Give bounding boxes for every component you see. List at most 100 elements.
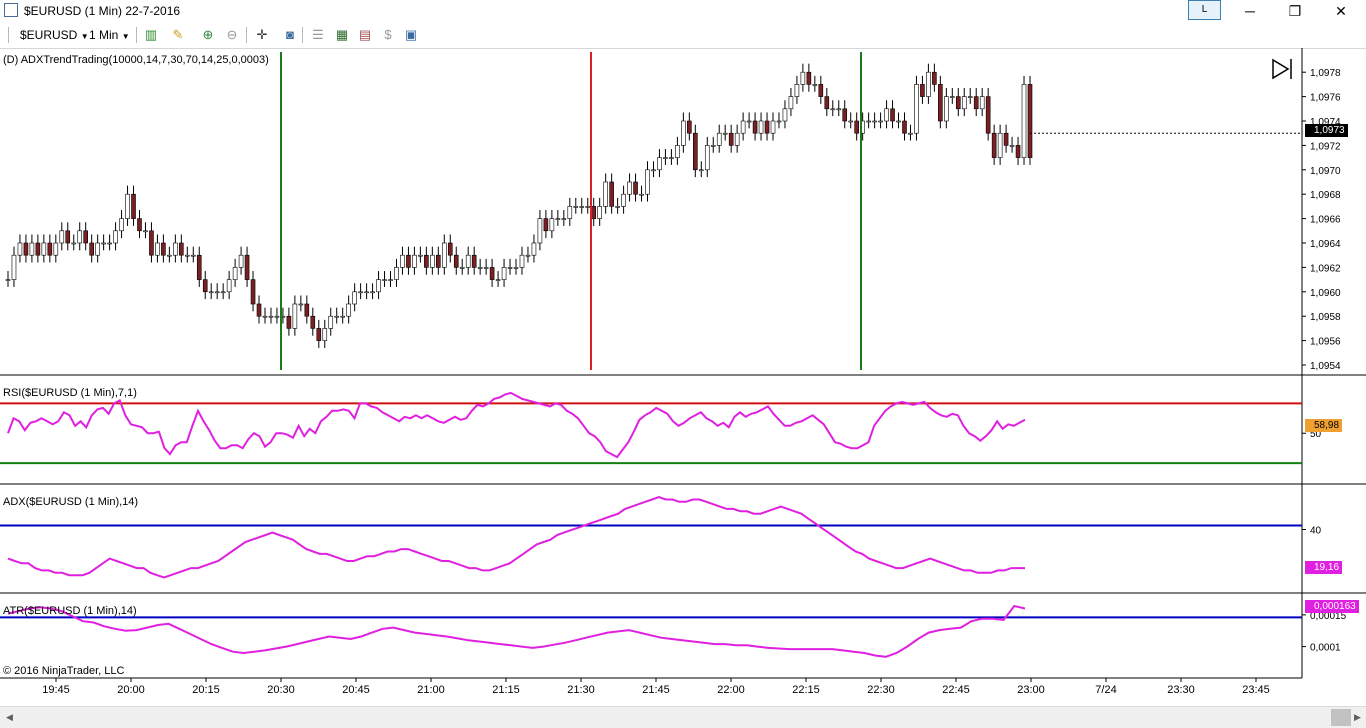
atr-tick-label: 0,0001	[1310, 643, 1341, 654]
candle-body	[424, 254, 429, 268]
candle-body	[704, 145, 710, 171]
indicators-icon[interactable]: ▦	[334, 27, 350, 43]
candle-body	[340, 315, 345, 318]
instrument-label: $EURUSD	[20, 28, 78, 42]
performance-icon[interactable]: $	[380, 27, 396, 43]
candle-body	[436, 254, 441, 268]
candle-body	[507, 267, 513, 269]
candle-body	[441, 242, 447, 268]
link-button[interactable]: L	[1188, 0, 1221, 20]
candle-body	[669, 157, 674, 159]
candle-body	[746, 120, 752, 123]
candle-body	[585, 206, 591, 208]
candle-body	[537, 218, 543, 244]
candle-body	[214, 291, 220, 294]
candle-body	[1009, 145, 1015, 147]
price-current-value: 1,0973	[1305, 124, 1348, 137]
zoom-out-icon[interactable]: ⊖	[224, 27, 240, 43]
candle-body	[5, 279, 11, 281]
time-tick-label: 22:45	[942, 684, 970, 696]
candle-body	[59, 230, 65, 244]
time-tick-label: 21:00	[417, 684, 445, 696]
indicator-line	[7, 496, 1025, 579]
candle-body	[716, 132, 722, 146]
scroll-left-icon[interactable]: ◀	[6, 712, 13, 723]
price-tick-label: 1,0958	[1310, 312, 1341, 323]
candle-body	[836, 108, 842, 111]
time-tick-label: 22:00	[717, 684, 745, 696]
candle-body	[23, 242, 29, 256]
properties-icon[interactable]: ☰	[310, 27, 326, 43]
candle-body	[770, 120, 776, 134]
candle-body	[710, 145, 716, 147]
scrollbar-thumb[interactable]	[1331, 709, 1351, 726]
candle-body	[842, 108, 848, 122]
toolbar-separator	[246, 27, 247, 43]
templates-icon[interactable]: ▣	[403, 27, 419, 43]
price-panel-label: (D) ADXTrendTrading(10000,14,7,30,70,14,…	[3, 54, 269, 66]
price-tick-label: 1,0964	[1310, 239, 1341, 250]
candle-body	[627, 181, 632, 195]
candle-body	[394, 267, 399, 280]
price-tick-label: 1,0968	[1310, 190, 1341, 201]
candle-body	[310, 315, 316, 329]
price-tick-label: 1,0956	[1310, 337, 1341, 348]
horizontal-scrollbar[interactable]: ◀ ▶	[0, 706, 1366, 728]
candle-body	[418, 254, 423, 257]
data-box-icon[interactable]: ◙	[282, 27, 298, 43]
candle-body	[220, 291, 226, 294]
minimize-button[interactable]: ─	[1227, 0, 1273, 22]
close-button[interactable]: ✕	[1318, 0, 1364, 22]
candle-body	[167, 254, 172, 257]
candle-body	[495, 279, 501, 281]
scroll-to-end-icon[interactable]	[1272, 58, 1292, 80]
candle-body	[274, 315, 280, 318]
crosshair-icon[interactable]: ✛	[254, 27, 270, 43]
candle-body	[483, 267, 489, 269]
instrument-selector[interactable]: $EURUSD ▼	[20, 28, 89, 42]
candle-body	[406, 254, 411, 268]
candle-body	[226, 279, 232, 293]
candle-body	[681, 120, 686, 146]
candle-body	[358, 291, 363, 294]
interval-selector[interactable]: 1 Min ▼	[89, 28, 130, 42]
candle-body	[675, 145, 680, 158]
candle-body	[788, 96, 794, 110]
candle-body	[29, 242, 35, 256]
rsi-panel-label: RSI($EURUSD (1 Min),7,1)	[3, 387, 137, 399]
chart-area[interactable]: 19:45 20:00 20:15 20:30 20:45 21:00 21:15 21:30…	[0, 48, 1366, 706]
candle-body	[465, 254, 471, 268]
candle-body	[561, 218, 567, 220]
candle-body	[65, 230, 71, 244]
pencil-drawing-icon[interactable]: ✎	[170, 27, 186, 43]
candle-body	[11, 254, 17, 280]
chart-style-icon[interactable]: ▥	[143, 27, 159, 43]
candle-body	[376, 279, 381, 293]
candle-body	[609, 181, 614, 207]
price-tick-label: 1,0966	[1310, 215, 1341, 226]
time-tick-label: 21:45	[642, 684, 670, 696]
candle-body	[938, 84, 943, 122]
atr-panel-label: ATR($EURUSD (1 Min),14)	[3, 605, 137, 617]
candle-body	[848, 120, 854, 123]
adx-panel	[0, 496, 1302, 579]
price-tick-label: 1,0970	[1310, 166, 1341, 177]
scroll-right-icon[interactable]: ▶	[1354, 712, 1361, 723]
atr-panel	[0, 604, 1302, 658]
toolbar-separator	[302, 27, 303, 43]
maximize-button[interactable]: ❐	[1272, 0, 1318, 22]
strategies-icon[interactable]: ▤	[357, 27, 373, 43]
time-tick-label: 21:15	[492, 684, 520, 696]
zoom-in-icon[interactable]: ⊕	[200, 27, 216, 43]
candle-body	[489, 267, 495, 280]
chart-app-icon	[4, 3, 18, 17]
candle-body	[872, 120, 877, 123]
candle-body	[382, 279, 387, 281]
candle-body	[926, 71, 931, 97]
time-tick-label: 23:00	[1017, 684, 1045, 696]
candle-body	[202, 279, 208, 293]
time-tick-label: 19:45	[42, 684, 70, 696]
candle-body	[824, 96, 830, 110]
candle-body	[298, 303, 304, 306]
candle-body	[137, 218, 142, 232]
